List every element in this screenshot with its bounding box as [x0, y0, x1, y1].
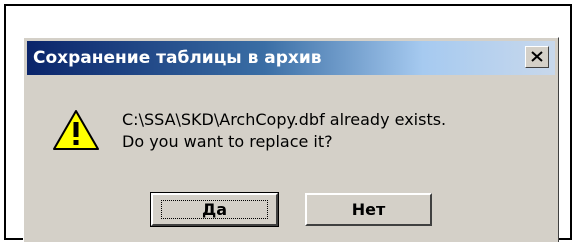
close-button[interactable]: [525, 46, 549, 68]
yes-button[interactable]: Да: [150, 192, 279, 227]
warning-icon: [53, 110, 99, 150]
no-button-label: Нет: [351, 200, 386, 219]
yes-button-label: Да: [201, 200, 228, 219]
no-button[interactable]: Нет: [305, 193, 432, 226]
dialog-title: Сохранение таблицы в архив: [33, 48, 322, 68]
close-icon: [531, 51, 543, 62]
message-line-1: C:\SSA\SKD\ArchCopy.dbf already exists.: [122, 110, 447, 129]
dialog-titlebar[interactable]: Сохранение таблицы в архив: [27, 41, 555, 75]
message-line-2: Do you want to replace it?: [122, 132, 333, 151]
confirm-dialog: Сохранение таблицы в архив C:\SSA\SKD\Ar…: [23, 37, 559, 242]
dialog-message: C:\SSA\SKD\ArchCopy.dbf already exists. …: [122, 109, 446, 153]
